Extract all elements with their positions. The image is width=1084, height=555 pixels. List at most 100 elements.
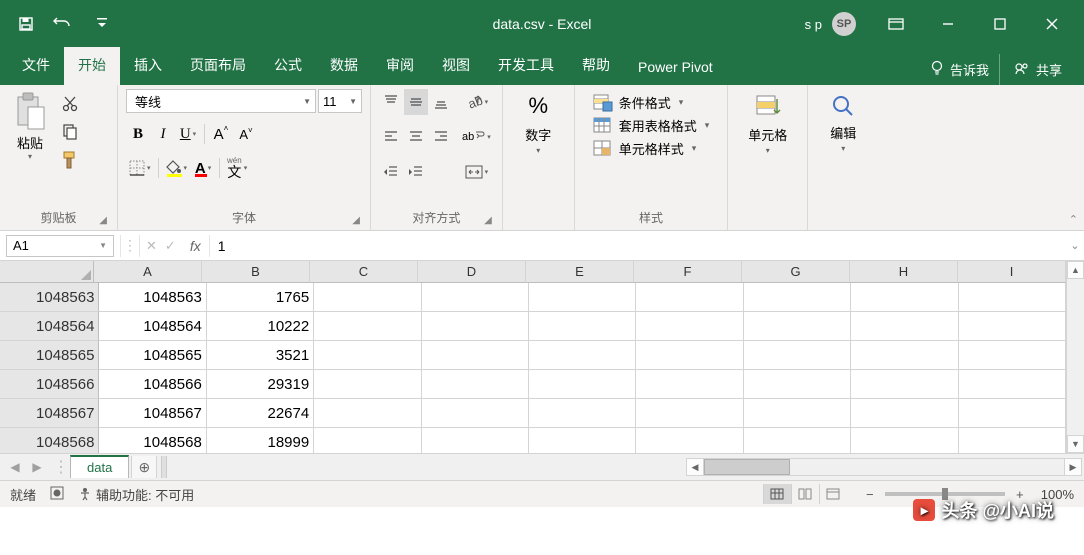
- cell[interactable]: [959, 370, 1066, 399]
- cell[interactable]: [744, 428, 851, 453]
- align-left-button[interactable]: [379, 124, 403, 150]
- row-header[interactable]: 1048568: [0, 428, 99, 453]
- zoom-out-button[interactable]: −: [861, 487, 879, 502]
- enter-formula-icon[interactable]: ✓: [165, 238, 176, 254]
- scroll-down-button[interactable]: ▼: [1067, 435, 1084, 453]
- cell[interactable]: [959, 341, 1066, 370]
- zoom-in-button[interactable]: +: [1011, 487, 1029, 502]
- view-page-layout-button[interactable]: [791, 484, 819, 504]
- expand-formula-bar-button[interactable]: ⌄: [1066, 239, 1084, 252]
- scroll-up-button[interactable]: ▲: [1067, 261, 1084, 279]
- minimize-button[interactable]: [924, 6, 972, 42]
- bold-button[interactable]: B: [126, 121, 150, 147]
- tab-file[interactable]: 文件: [8, 47, 64, 85]
- cell[interactable]: [744, 283, 851, 312]
- cell[interactable]: [314, 283, 421, 312]
- cell[interactable]: [851, 341, 958, 370]
- cell[interactable]: [851, 399, 958, 428]
- increase-indent-button[interactable]: [404, 159, 428, 185]
- cell[interactable]: [529, 399, 636, 428]
- orientation-button[interactable]: ab: [459, 89, 494, 115]
- cell[interactable]: 3521: [207, 341, 314, 370]
- fx-icon[interactable]: fx: [182, 238, 209, 254]
- undo-button[interactable]: [46, 6, 82, 42]
- ribbon-display-options[interactable]: [872, 6, 920, 42]
- formula-input[interactable]: 1: [209, 235, 1066, 257]
- increase-font-button[interactable]: A˄: [209, 121, 233, 147]
- cell[interactable]: 1765: [207, 283, 314, 312]
- format-as-table-button[interactable]: 套用表格格式▾: [589, 114, 714, 137]
- name-box[interactable]: A1▼: [6, 235, 114, 257]
- cell[interactable]: [959, 428, 1066, 453]
- share-button[interactable]: 共享: [999, 54, 1076, 85]
- cell[interactable]: [744, 312, 851, 341]
- row-header[interactable]: 1048567: [0, 399, 99, 428]
- cell[interactable]: 1048563: [99, 283, 206, 312]
- scroll-right-button[interactable]: ▶: [1064, 458, 1082, 476]
- number-format-button[interactable]: % 数字 ▾: [517, 89, 559, 224]
- tab-数据[interactable]: 数据: [316, 47, 372, 85]
- column-header[interactable]: I: [958, 261, 1066, 283]
- font-size-select[interactable]: 11▼: [318, 89, 362, 113]
- column-header[interactable]: C: [310, 261, 418, 283]
- tab-开始[interactable]: 开始: [64, 47, 120, 85]
- macro-record-icon[interactable]: [50, 486, 64, 503]
- zoom-level[interactable]: 100%: [1041, 487, 1074, 502]
- column-header[interactable]: E: [526, 261, 634, 283]
- cell[interactable]: [529, 428, 636, 453]
- tab-scroll-splitter[interactable]: [161, 456, 167, 478]
- tab-插入[interactable]: 插入: [120, 47, 176, 85]
- conditional-formatting-button[interactable]: 条件格式▾: [589, 91, 714, 114]
- cell[interactable]: 22674: [207, 399, 314, 428]
- cell[interactable]: [529, 312, 636, 341]
- phonetic-button[interactable]: wén文: [224, 155, 250, 181]
- new-sheet-button[interactable]: ⊕: [131, 456, 157, 478]
- decrease-font-button[interactable]: A˅: [234, 121, 258, 147]
- borders-button[interactable]: [126, 155, 154, 181]
- cell[interactable]: [422, 312, 529, 341]
- cell[interactable]: [959, 312, 1066, 341]
- cell[interactable]: [636, 312, 743, 341]
- cell[interactable]: 1048567: [99, 399, 206, 428]
- cell[interactable]: [529, 341, 636, 370]
- underline-button[interactable]: U: [176, 121, 200, 147]
- column-header[interactable]: D: [418, 261, 526, 283]
- font-color-button[interactable]: A: [191, 155, 215, 181]
- cell[interactable]: [851, 370, 958, 399]
- cell[interactable]: [422, 283, 529, 312]
- cut-button[interactable]: [56, 91, 84, 117]
- cell[interactable]: [422, 399, 529, 428]
- cell[interactable]: [636, 428, 743, 453]
- tab-视图[interactable]: 视图: [428, 47, 484, 85]
- close-button[interactable]: [1028, 6, 1076, 42]
- accessibility-status[interactable]: 辅助功能: 不可用: [78, 485, 194, 504]
- cell[interactable]: [529, 283, 636, 312]
- tab-Power Pivot[interactable]: Power Pivot: [624, 51, 727, 85]
- cell[interactable]: 10222: [207, 312, 314, 341]
- tab-开发工具[interactable]: 开发工具: [484, 47, 568, 85]
- cell[interactable]: [744, 370, 851, 399]
- maximize-button[interactable]: [976, 6, 1024, 42]
- merge-center-button[interactable]: [459, 159, 494, 185]
- copy-button[interactable]: [56, 119, 84, 145]
- tell-me-button[interactable]: 告诉我: [920, 54, 999, 85]
- cell[interactable]: 29319: [207, 370, 314, 399]
- cell-styles-button[interactable]: 单元格样式▾: [589, 137, 714, 160]
- cell[interactable]: [636, 341, 743, 370]
- paste-button[interactable]: 粘贴 ▾: [8, 89, 52, 207]
- decrease-indent-button[interactable]: [379, 159, 403, 185]
- cell[interactable]: [314, 312, 421, 341]
- cell[interactable]: [851, 283, 958, 312]
- row-header[interactable]: 1048564: [0, 312, 99, 341]
- tab-页面布局[interactable]: 页面布局: [176, 47, 260, 85]
- row-header[interactable]: 1048565: [0, 341, 99, 370]
- wrap-text-button[interactable]: ab: [459, 124, 494, 150]
- cell[interactable]: [851, 428, 958, 453]
- view-page-break-button[interactable]: [819, 484, 847, 504]
- cell[interactable]: [636, 283, 743, 312]
- cell[interactable]: 1048566: [99, 370, 206, 399]
- cell[interactable]: 18999: [207, 428, 314, 453]
- align-center-button[interactable]: [404, 124, 428, 150]
- cell[interactable]: [422, 341, 529, 370]
- font-launcher[interactable]: ◢: [350, 215, 362, 226]
